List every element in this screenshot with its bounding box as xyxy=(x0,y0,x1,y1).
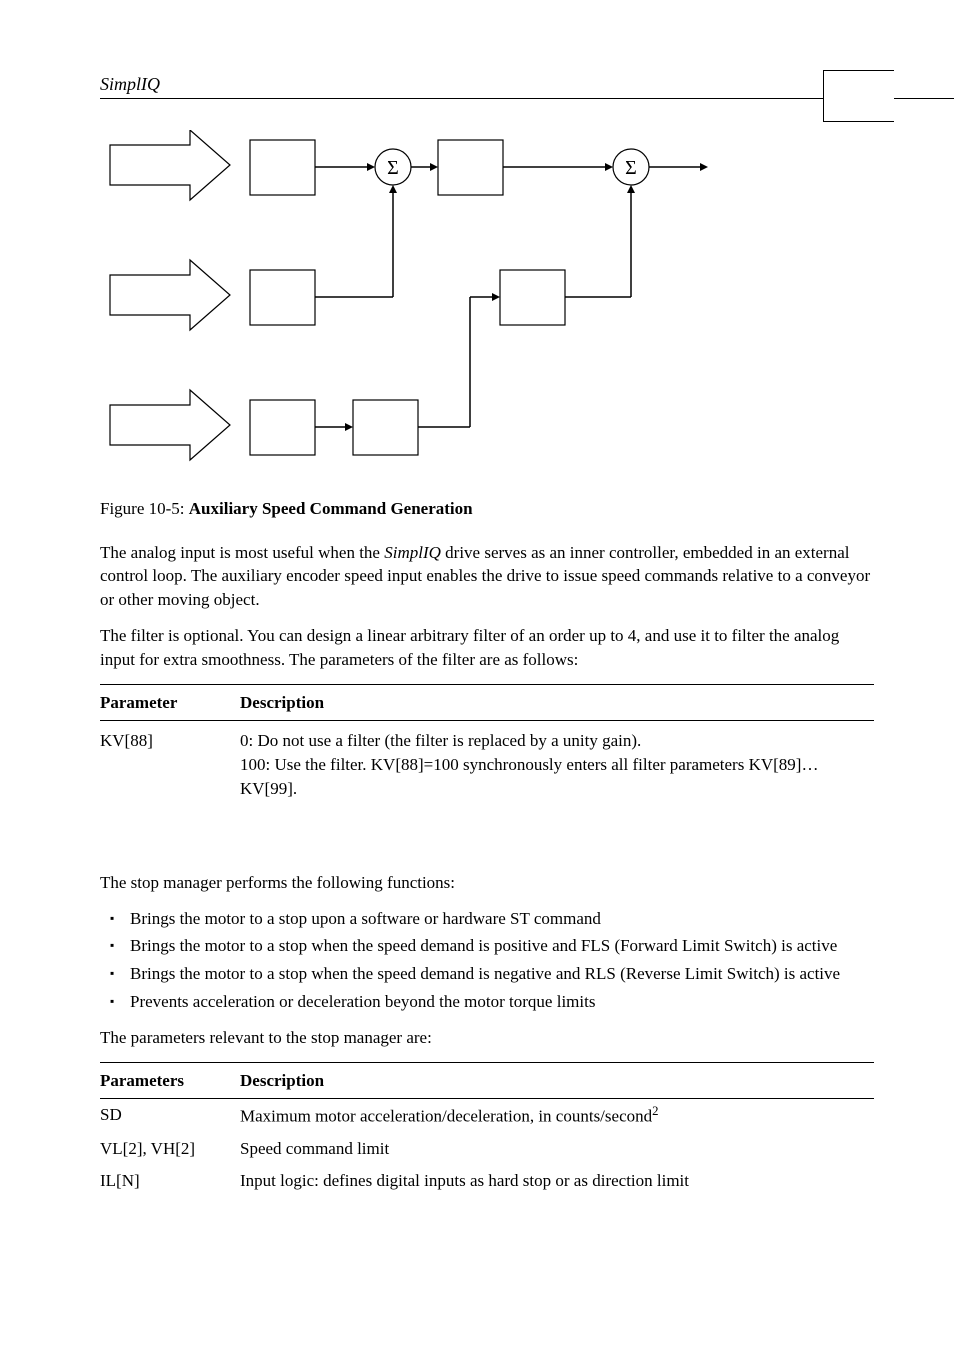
paragraph-filter: The filter is optional. You can design a… xyxy=(100,624,874,672)
figure-title: Auxiliary Speed Command Generation xyxy=(189,499,473,518)
sigma-1: Σ xyxy=(387,157,399,179)
param-name: IL[N] xyxy=(100,1165,240,1197)
block-diagram: Σ Σ xyxy=(100,130,874,477)
page-corner-box xyxy=(823,70,894,122)
stop-manager-bullets: Brings the motor to a stop upon a softwa… xyxy=(100,907,874,1014)
paragraph-analog-input: The analog input is most useful when the… xyxy=(100,541,874,612)
filter-parameter-table: Parameter Description KV[88] 0: Do not u… xyxy=(100,684,874,809)
stop-manager-intro: The stop manager performs the following … xyxy=(100,871,874,895)
param-name: SD xyxy=(100,1099,240,1133)
param-desc: Maximum motor acceleration/deceleration,… xyxy=(240,1099,874,1133)
param-desc: 0: Do not use a filter (the filter is re… xyxy=(240,721,874,809)
list-item: Prevents acceleration or deceleration be… xyxy=(130,990,874,1014)
param-desc: Input logic: defines digital inputs as h… xyxy=(240,1165,874,1197)
table-header-description: Description xyxy=(240,684,874,721)
table-row: VL[2], VH[2] Speed command limit xyxy=(100,1133,874,1165)
table-row: IL[N] Input logic: defines digital input… xyxy=(100,1165,874,1197)
list-item: Brings the motor to a stop when the spee… xyxy=(130,934,874,958)
page: SimplIQ Σ xyxy=(0,0,954,1351)
param-name: VL[2], VH[2] xyxy=(100,1133,240,1165)
table-row: KV[88] 0: Do not use a filter (the filte… xyxy=(100,721,874,809)
table-row: SD Maximum motor acceleration/decelerati… xyxy=(100,1099,874,1133)
param-desc: Speed command limit xyxy=(240,1133,874,1165)
table-header-description: Description xyxy=(240,1062,874,1099)
list-item: Brings the motor to a stop upon a softwa… xyxy=(130,907,874,931)
sigma-2: Σ xyxy=(625,157,637,179)
figure-caption: Figure 10-5: Auxiliary Speed Command Gen… xyxy=(100,497,874,521)
list-item: Brings the motor to a stop when the spee… xyxy=(130,962,874,986)
figure-prefix: Figure 10-5: xyxy=(100,499,189,518)
table-header-parameter: Parameter xyxy=(100,684,240,721)
table-header-parameters: Parameters xyxy=(100,1062,240,1099)
param-name: KV[88] xyxy=(100,721,240,809)
content: Σ Σ xyxy=(100,130,874,1196)
brand-name: SimplIQ xyxy=(384,543,441,562)
stop-parameter-table: Parameters Description SD Maximum motor … xyxy=(100,1062,874,1197)
stop-params-intro: The parameters relevant to the stop mana… xyxy=(100,1026,874,1050)
header-title: SimplIQ xyxy=(100,72,160,97)
superscript: 2 xyxy=(652,1104,658,1118)
